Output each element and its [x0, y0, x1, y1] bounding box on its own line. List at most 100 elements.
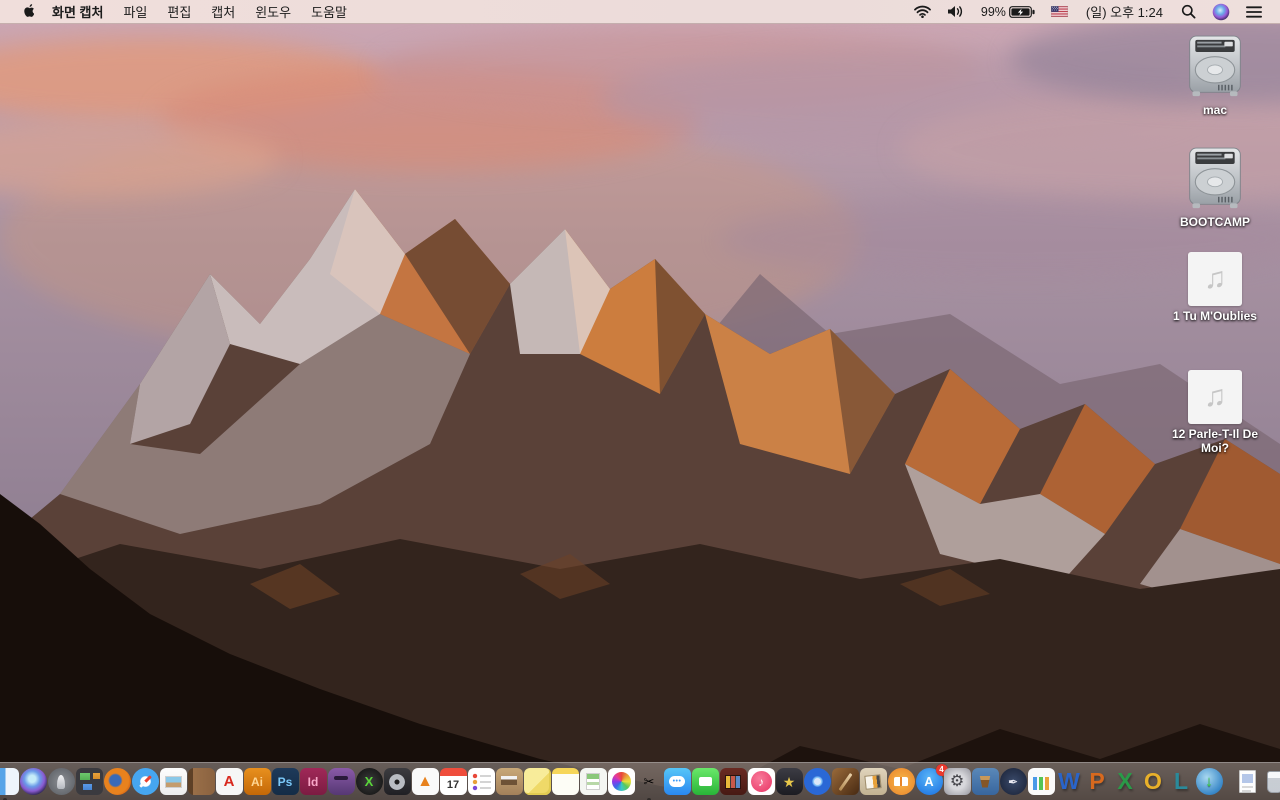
dock-keynote[interactable]: [971, 768, 999, 795]
apple-menu[interactable]: [12, 3, 42, 20]
dock-finder[interactable]: [0, 768, 19, 800]
app-store-icon: A: [924, 774, 934, 789]
desktop-icon-audio-3[interactable]: ♫ 12 Parle-T-Il De Moi?: [1160, 370, 1270, 455]
dock-system-preferences[interactable]: ⚙: [943, 768, 971, 795]
vlc-icon: ▲: [417, 772, 433, 790]
desktop-icon-label: 12 Parle-T-Il De Moi?: [1171, 427, 1259, 455]
dock-illustrator[interactable]: Ai: [243, 768, 271, 795]
pages-icon: ✒: [1007, 774, 1019, 789]
dock-app-store[interactable]: A4: [915, 764, 948, 795]
preview-icon: [164, 775, 182, 788]
dock-documents-app[interactable]: [579, 768, 607, 795]
menu-item-3[interactable]: 윈도우: [245, 2, 301, 21]
siri-menu[interactable]: [1204, 0, 1238, 24]
volume-icon: [947, 6, 962, 17]
volume-menu[interactable]: [939, 0, 973, 24]
menu-item-4[interactable]: 도움말: [301, 2, 357, 21]
dock-green-x-app[interactable]: X: [355, 768, 383, 795]
dock-lync[interactable]: L: [1168, 768, 1195, 795]
word-icon: W: [1058, 768, 1080, 794]
dock-ibooks[interactable]: [887, 768, 915, 795]
garageband-icon: [838, 772, 852, 791]
dock-acrobat-reader[interactable]: A: [215, 768, 243, 795]
dock-outlook[interactable]: O: [1140, 768, 1167, 795]
safari-icon: [138, 775, 152, 788]
trash-icon: [1267, 770, 1280, 793]
dock-grab-screen-capture[interactable]: ✂: [636, 768, 663, 800]
dock-garageband[interactable]: [831, 768, 859, 795]
menu-items: 파일 편집 캡처 윈도우 도움말: [113, 2, 357, 21]
dock-mission-control[interactable]: [75, 768, 103, 795]
dock-excel[interactable]: X: [1112, 768, 1139, 795]
dock-collage-app[interactable]: [859, 768, 887, 795]
collage-app-icon: [864, 773, 882, 790]
menu-item-2[interactable]: 캡처: [201, 2, 245, 21]
us-flag-icon: [1050, 6, 1068, 17]
hard-drive-icon: [1189, 35, 1241, 97]
dock-photos[interactable]: [607, 768, 635, 795]
outlook-icon: O: [1144, 768, 1162, 794]
calendar-icon: 17: [446, 779, 460, 791]
dock-stickies[interactable]: [523, 768, 551, 795]
desktop-icon-drive-1[interactable]: BOOTCAMP: [1160, 146, 1270, 229]
dock-fan-utility[interactable]: [383, 768, 411, 795]
menu-bar: 화면 캡처 파일 편집 캡처 윈도우 도움말 99% (일) 오후 1:24: [0, 0, 1280, 24]
dock-siri[interactable]: [19, 768, 47, 795]
acrobat-reader-icon: A: [223, 773, 235, 790]
dock-preview[interactable]: [159, 768, 187, 795]
green-x-app-icon: X: [364, 774, 374, 789]
dock-toast[interactable]: [327, 768, 355, 795]
notification-center-menu[interactable]: [1238, 0, 1270, 24]
dock-powerpoint[interactable]: P: [1084, 768, 1111, 795]
menu-item-0[interactable]: 파일: [113, 2, 157, 21]
audio-file-icon: ♫: [1188, 370, 1242, 424]
audio-file-icon: ♫: [1188, 252, 1242, 306]
wifi-menu[interactable]: [906, 0, 939, 24]
photo-booth-icon: [725, 774, 741, 789]
photos-icon: [611, 772, 631, 791]
dock-photo-booth[interactable]: [719, 768, 747, 795]
dock-facetime[interactable]: [691, 768, 719, 795]
desktop-icon-label: mac: [1202, 103, 1228, 117]
battery-menu[interactable]: 99%: [973, 0, 1043, 24]
battery-percent: 99%: [980, 4, 1006, 19]
dock-download-globe[interactable]: ↓: [1195, 768, 1223, 795]
dock-notes[interactable]: [551, 768, 579, 795]
dock-calendar[interactable]: 17: [439, 768, 467, 795]
dock-pages[interactable]: ✒: [999, 768, 1027, 795]
desktop-icons: mac BOOTCAMP ♫ 1 Tu M'Oublies ♫ 12 Parle…: [0, 0, 1280, 776]
dock-vlc[interactable]: ▲: [411, 768, 439, 795]
menu-bar-clock[interactable]: (일) 오후 1:24: [1076, 2, 1173, 21]
printer-utility-icon: [501, 775, 517, 785]
dock-reminders[interactable]: [467, 768, 495, 795]
dock-imovie[interactable]: ★: [775, 768, 803, 795]
dock-document-file[interactable]: [1234, 768, 1261, 795]
dock-numbers[interactable]: [1027, 768, 1055, 795]
dvd-player-icon: [813, 778, 821, 785]
desktop-icon-audio-2[interactable]: ♫ 1 Tu M'Oublies: [1160, 252, 1270, 323]
dock-photoshop[interactable]: Ps: [271, 768, 299, 795]
dock-messages[interactable]: •••: [663, 768, 691, 795]
dock-itunes[interactable]: ♪: [747, 768, 775, 795]
dock-safari[interactable]: [131, 768, 159, 795]
dock-launchpad[interactable]: [47, 768, 75, 795]
excel-icon: X: [1117, 768, 1133, 794]
dock-dvd-player[interactable]: [803, 768, 831, 795]
active-app-name[interactable]: 화면 캡처: [42, 2, 113, 21]
input-source-menu[interactable]: [1043, 0, 1076, 24]
download-globe-icon: ↓: [1205, 773, 1213, 790]
menu-item-1[interactable]: 편집: [157, 2, 201, 21]
dock-firefox[interactable]: [103, 768, 131, 795]
spotlight-menu[interactable]: [1173, 0, 1204, 24]
dock: A Ai Ps Id X ▲ 17 ✂ ••• ♪ ★ A 4 ⚙ ✒ W P X O L ↓: [0, 762, 1280, 800]
dock-printer-utility[interactable]: [495, 768, 523, 795]
powerpoint-icon: P: [1089, 768, 1105, 794]
desktop-icon-label: BOOTCAMP: [1180, 215, 1250, 229]
dock-word[interactable]: W: [1056, 768, 1083, 795]
dock-trash[interactable]: [1262, 768, 1280, 795]
dock-indesign[interactable]: Id: [299, 768, 327, 795]
facetime-icon: [698, 777, 712, 786]
dock-contacts[interactable]: [187, 768, 215, 795]
desktop-icon-drive-0[interactable]: mac: [1160, 34, 1270, 117]
photoshop-icon: Ps: [277, 774, 293, 789]
